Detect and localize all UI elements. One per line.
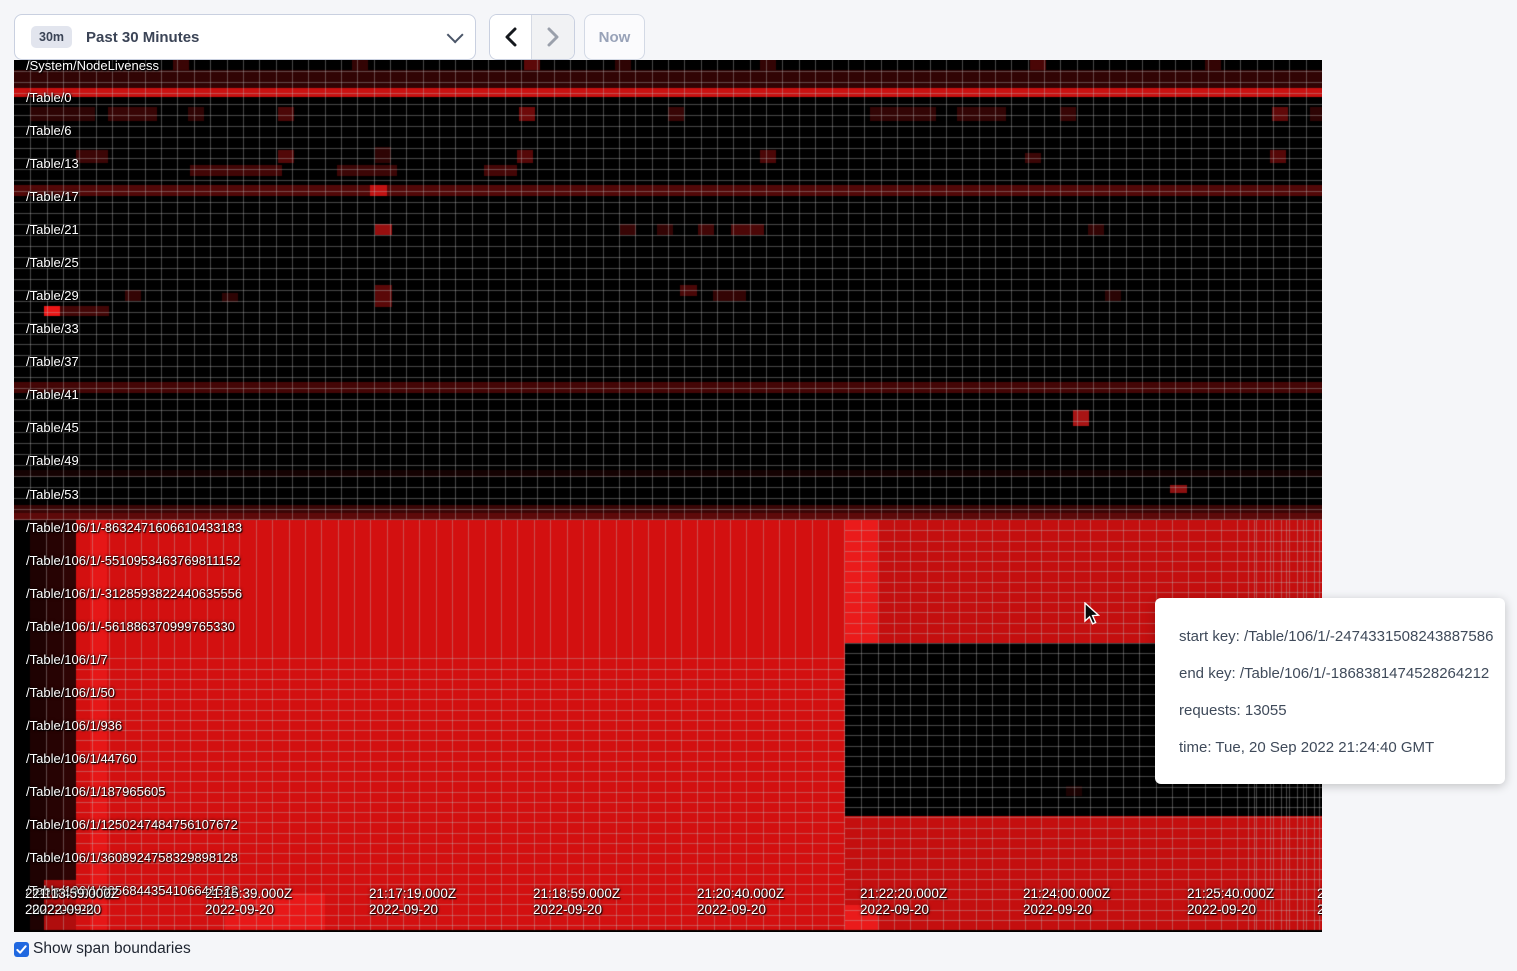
time-nav-group [489,14,575,60]
chevron-right-icon [547,27,560,47]
next-time-button[interactable] [532,15,574,59]
key-visualizer-heatmap[interactable]: /System/NodeLiveness/Table/0/Table/6/Tab… [14,60,1322,932]
footer-controls: Show span boundaries [14,940,191,958]
hover-tooltip: start key: /Table/106/1/-247433150824388… [1155,598,1505,784]
time-range-dropdown[interactable]: 30m Past 30 Minutes [14,14,476,60]
chevron-down-icon [447,26,464,43]
show-span-boundaries-label: Show span boundaries [33,940,191,958]
heatmap-canvas[interactable] [14,60,1322,932]
chevron-left-icon [504,27,517,47]
tooltip-time: time: Tue, 20 Sep 2022 21:24:40 GMT [1179,729,1495,766]
tooltip-requests: requests: 13055 [1179,692,1495,729]
time-range-label: Past 30 Minutes [86,29,447,46]
time-range-badge: 30m [31,26,72,48]
prev-time-button[interactable] [490,15,532,59]
show-span-boundaries-checkbox[interactable] [14,942,29,957]
key-visualizer-page: 30m Past 30 Minutes Now /System/NodeLive… [0,0,1517,971]
tooltip-start-key: start key: /Table/106/1/-247433150824388… [1179,618,1495,655]
now-button[interactable]: Now [584,14,645,60]
checkmark-icon [16,944,27,955]
tooltip-end-key: end key: /Table/106/1/-18683814745282642… [1179,655,1495,692]
